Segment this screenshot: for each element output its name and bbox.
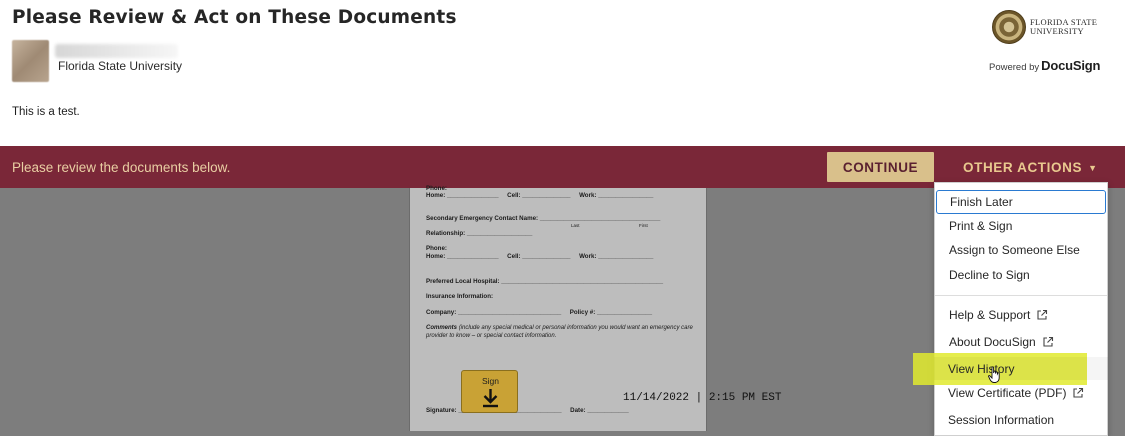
comments-label: Comments (426, 325, 458, 331)
other-actions-label: OTHER ACTIONS (963, 160, 1083, 175)
powered-by-label: Powered by (989, 62, 1040, 73)
logo-text: FLORIDA STATE UNIVERSITY (1030, 17, 1098, 36)
caret-down-icon: ▼ (1088, 163, 1098, 173)
doc-line: Preferred Local Hospital: ______________… (426, 278, 664, 285)
action-bar-message: Please review the documents below. (12, 160, 231, 175)
menu-item-help-support[interactable]: Help & Support (935, 303, 1107, 327)
avatar (12, 40, 49, 82)
doc-comments: Comments (include any special medical or… (426, 324, 701, 340)
fsu-logo: FLORIDA STATE UNIVERSITY (992, 10, 1102, 44)
external-link-icon (1073, 387, 1084, 398)
menu-item-assign[interactable]: Assign to Someone Else (935, 238, 1107, 262)
doc-line: Phone: (426, 185, 447, 192)
other-actions-button[interactable]: OTHER ACTIONS ▼ (963, 160, 1098, 175)
hand-cursor-icon (988, 366, 1000, 383)
doc-line: Home: _______________ Cell: ____________… (426, 192, 654, 199)
external-link-icon (1043, 336, 1053, 347)
menu-item-about-docusign[interactable]: About DocuSign (935, 330, 1107, 354)
doc-line: Company: ______________________________ … (426, 309, 653, 316)
docusign-brand: DocuSign (1041, 58, 1101, 73)
doc-line: Signature: _____________________________… (426, 407, 629, 414)
sender-name-redacted (55, 44, 178, 58)
doc-line: Home: _______________ Cell: ____________… (426, 253, 654, 260)
menu-item-print-sign[interactable]: Print & Sign (935, 214, 1107, 238)
doc-line: Relationship: ___________________ (426, 230, 533, 237)
doc-sub-label: Last (571, 223, 580, 228)
powered-by: Powered by DocuSign (989, 58, 1100, 73)
doc-line: Phone: (426, 245, 447, 252)
menu-item-view-history[interactable]: View History (934, 357, 1106, 381)
continue-button[interactable]: CONTINUE (827, 152, 934, 182)
menu-item-session-info[interactable]: Session Information (934, 408, 1106, 432)
sign-label: Sign (481, 376, 499, 386)
doc-sub-label: First (639, 223, 648, 228)
menu-item-decline[interactable]: Decline to Sign (935, 263, 1107, 287)
menu-item-finish-later[interactable]: Finish Later (936, 190, 1106, 214)
external-link-icon (1037, 309, 1048, 320)
page-title: Please Review & Act on These Documents (12, 7, 457, 28)
comments-text: (include any special medical or personal… (426, 325, 693, 339)
header: Please Review & Act on These Documents F… (0, 0, 1125, 146)
sign-tab[interactable]: Sign (461, 370, 518, 413)
doc-line: Insurance Information: (426, 293, 494, 300)
sender-organization: Florida State University (58, 59, 183, 73)
university-seal-icon (992, 10, 1026, 44)
menu-item-view-certificate[interactable]: View Certificate (PDF) (934, 381, 1106, 405)
menu-divider (935, 295, 1107, 296)
download-arrow-icon (483, 389, 498, 408)
signed-timestamp: 11/14/2022 | 2:15 PM EST (623, 392, 782, 404)
envelope-message: This is a test. (12, 106, 80, 118)
doc-line: Secondary Emergency Contact Name: ______… (426, 215, 661, 222)
